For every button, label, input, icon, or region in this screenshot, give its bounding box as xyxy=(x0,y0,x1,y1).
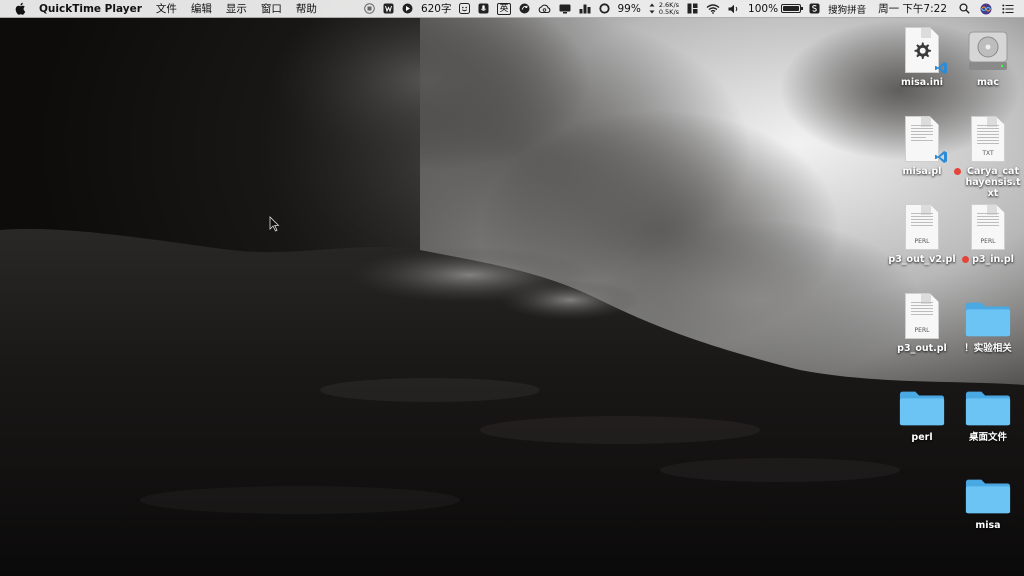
battery-percent: 100% xyxy=(748,2,779,15)
word-count[interactable]: 620字 xyxy=(421,1,452,16)
menu-edit[interactable]: 编辑 xyxy=(191,1,212,16)
icon-label: misa xyxy=(975,520,1001,531)
display-icon[interactable] xyxy=(559,4,571,14)
gear-icon xyxy=(914,42,931,59)
recording-stop-icon[interactable] xyxy=(364,3,375,14)
emoji-icon[interactable] xyxy=(459,3,471,14)
menu-window[interactable]: 窗口 xyxy=(261,1,282,16)
icon-label: 桌面文件 xyxy=(968,432,1007,443)
icon-label: p3_out.pl xyxy=(897,343,947,354)
icon-label: ！实验相关 xyxy=(964,343,1012,354)
stats-icon[interactable] xyxy=(579,4,591,14)
status-area: 620字 英 99% 2.6K/s 0.5K/s 100% 搜狗拼音 周一 下午… xyxy=(360,0,1024,17)
siri-icon[interactable] xyxy=(980,3,992,15)
apple-menu-icon[interactable] xyxy=(9,2,31,15)
red-tag-icon xyxy=(954,168,961,175)
input-method-label[interactable]: 搜狗拼音 xyxy=(828,2,866,16)
desktop-icon-desktop-files-folder[interactable]: 桌面文件 xyxy=(953,378,1023,443)
cpu-percent[interactable]: 99% xyxy=(618,3,641,15)
desktop-icon-misa-folder[interactable]: misa xyxy=(953,466,1023,531)
icon-label: Carya_cathayensis.txt xyxy=(965,166,1021,199)
desktop-wallpaper xyxy=(0,0,1024,576)
volume-icon[interactable] xyxy=(728,4,740,14)
folder-icon xyxy=(965,391,1011,426)
desktop-icon-misa-ini[interactable]: misa.ini xyxy=(887,23,957,88)
menu-file[interactable]: 文件 xyxy=(156,1,177,16)
cpu-ring-icon[interactable] xyxy=(598,3,610,14)
window-manager-icon[interactable] xyxy=(687,3,698,14)
doc-type-label: PERL xyxy=(914,238,930,245)
clock[interactable]: 周一 下午7:22 xyxy=(878,1,947,16)
icon-label: misa.pl xyxy=(902,166,942,177)
network-arrows-icon xyxy=(649,3,655,14)
net-download: 0.5K/s xyxy=(658,7,680,16)
sogou-icon[interactable] xyxy=(809,3,820,14)
desktop-icon-carya-txt[interactable]: TXT Carya_cathayensis.txt xyxy=(953,112,1023,199)
icon-label: misa.ini xyxy=(900,77,944,88)
icon-label: mac xyxy=(977,77,999,88)
doc-type-label: PERL xyxy=(980,238,996,245)
perl-document-icon: PERL xyxy=(905,204,939,250)
folder-icon xyxy=(965,302,1011,337)
battery-fill xyxy=(783,6,800,11)
desktop-icon-p3-out-pl[interactable]: PERL p3_out.pl xyxy=(887,289,957,354)
icon-label: p3_in.pl xyxy=(972,254,1014,265)
desktop-icon-p3-in-pl[interactable]: PERL p3_in.pl xyxy=(953,200,1023,265)
spotlight-search-icon[interactable] xyxy=(959,3,970,14)
direction-icon[interactable] xyxy=(402,3,413,14)
doc-type-label: TXT xyxy=(982,150,994,157)
menu-bar: QuickTime Player 文件 编辑 显示 窗口 帮助 620字 英 9… xyxy=(0,0,1024,18)
vscode-badge-icon xyxy=(935,62,947,74)
menu-view[interactable]: 显示 xyxy=(226,1,247,16)
hard-drive-icon xyxy=(968,31,1008,70)
red-tag-icon xyxy=(962,256,970,263)
desktop-icon-p3-out-v2-pl[interactable]: PERL p3_out_v2.pl xyxy=(887,200,957,265)
icon-label-row: Carya_cathayensis.txt xyxy=(953,166,1023,199)
wifi-icon[interactable] xyxy=(706,3,720,14)
perl-document-icon: PERL xyxy=(971,204,1005,250)
folder-icon xyxy=(965,479,1011,514)
vscode-badge-icon xyxy=(935,151,947,163)
app-menu-quicktime[interactable]: QuickTime Player xyxy=(39,3,142,15)
ime-indicator[interactable]: 英 xyxy=(497,2,511,15)
perl-document-icon: PERL xyxy=(905,293,939,339)
doc-type-label: PERL xyxy=(914,327,930,334)
icon-label: perl xyxy=(911,432,933,443)
desktop-icon-misa-pl[interactable]: misa.pl xyxy=(887,112,957,177)
desktop-icon-mac-drive[interactable]: mac xyxy=(953,23,1023,88)
sync-icon[interactable] xyxy=(519,3,530,14)
battery-indicator[interactable]: 100% xyxy=(748,2,804,15)
network-speed[interactable]: 2.6K/s 0.5K/s xyxy=(658,1,680,16)
desktop-icon-perl-folder[interactable]: perl xyxy=(887,378,957,443)
battery-icon xyxy=(781,4,804,13)
desktop-icon-experiment-folder[interactable]: ！实验相关 xyxy=(953,289,1023,354)
text-document-icon: TXT xyxy=(971,116,1005,162)
microphone-icon[interactable] xyxy=(478,3,489,14)
creative-cloud-icon[interactable] xyxy=(538,4,551,14)
folder-icon xyxy=(899,391,945,426)
icon-label: p3_out_v2.pl xyxy=(888,254,956,265)
wechat-work-icon[interactable] xyxy=(383,3,394,14)
menu-help[interactable]: 帮助 xyxy=(296,1,317,16)
icon-label-row: p3_in.pl xyxy=(953,254,1023,265)
notification-center-icon[interactable] xyxy=(1002,4,1014,14)
